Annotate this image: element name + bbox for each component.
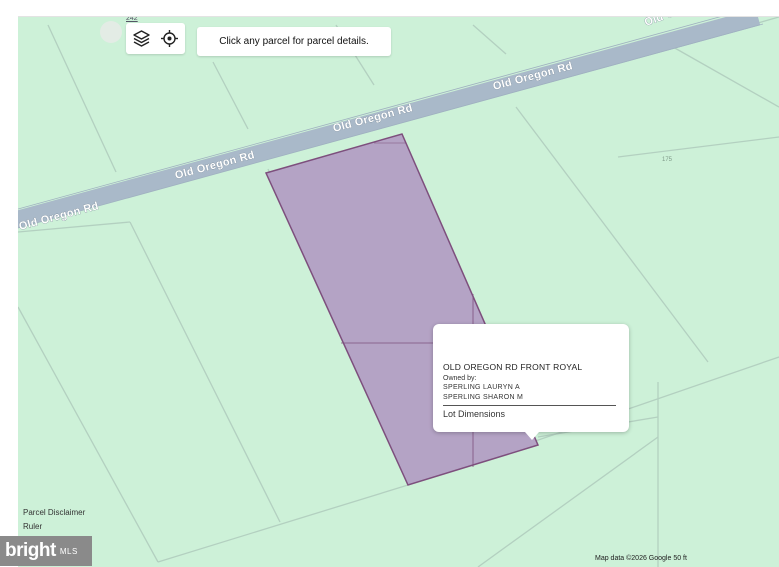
owner-name: SPERLING SHARON M	[443, 394, 524, 401]
locate-icon	[161, 30, 178, 47]
locate-button[interactable]	[157, 26, 182, 51]
brightmls-watermark: bright MLS	[0, 536, 92, 566]
owned-by-label: Owned by:	[443, 375, 477, 382]
partial-control-circle	[100, 21, 122, 43]
popup-divider	[443, 405, 616, 406]
owner-name: SPERLING LAURYN A	[443, 384, 520, 391]
map-canvas[interactable]: Old Oregon Rd Old Oregon Rd Old Oregon R…	[18, 16, 779, 567]
parcel-disclaimer-link[interactable]: Parcel Disclaimer	[23, 508, 85, 517]
parcel-hint: Click any parcel for parcel details.	[197, 27, 391, 56]
parcel-popup: OLD OREGON RD FRONT ROYAL Owned by: SPER…	[433, 324, 629, 440]
layers-icon	[133, 30, 150, 47]
watermark-sub: MLS	[59, 546, 78, 556]
ruler-button[interactable]: Ruler	[23, 522, 42, 531]
selected-parcel[interactable]	[264, 133, 540, 486]
popup-tail	[525, 432, 539, 440]
map-controls	[126, 23, 185, 54]
lot-dimensions-link[interactable]: Lot Dimensions	[443, 409, 505, 419]
map-attribution: Map data ©2026 Google 50 ft	[595, 555, 687, 562]
map-layer: Old Oregon Rd Old Oregon Rd Old Oregon R…	[18, 17, 779, 567]
watermark-main: bright	[5, 540, 56, 561]
parcel-number: 175	[662, 157, 673, 163]
layers-button[interactable]	[129, 26, 154, 51]
corner-parcel-label: 242	[126, 16, 138, 22]
popup-address: OLD OREGON RD FRONT ROYAL	[443, 362, 583, 372]
